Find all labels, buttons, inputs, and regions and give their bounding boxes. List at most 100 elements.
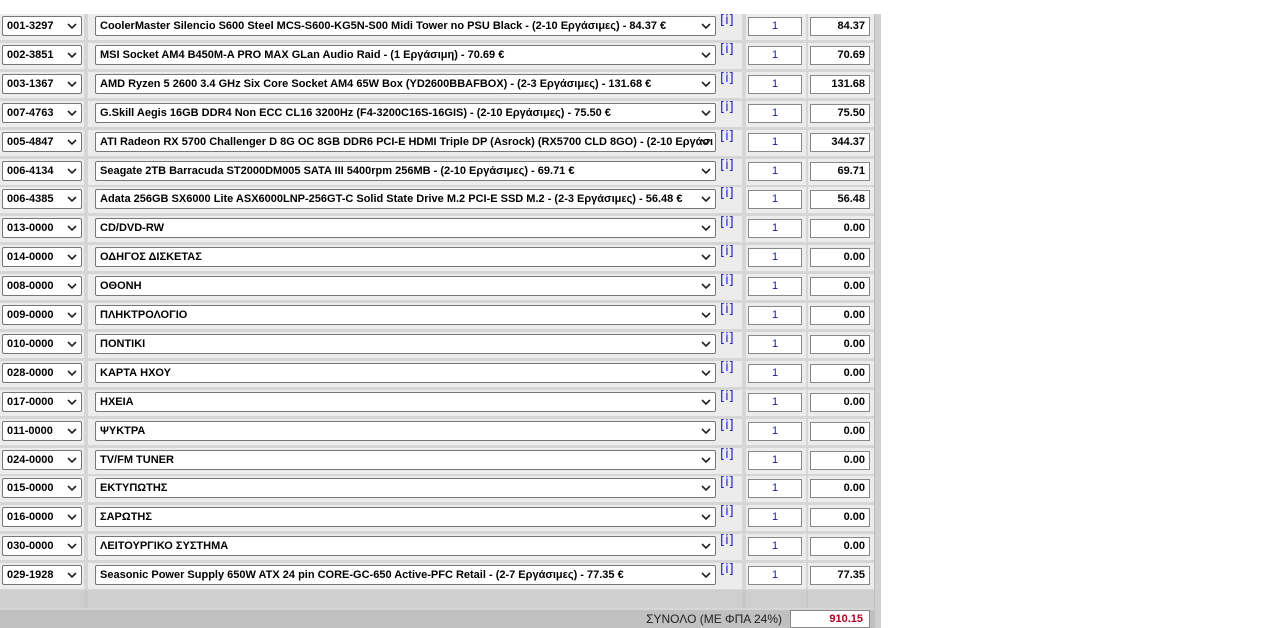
product-select[interactable]: ΠΟΝΤΙΚΙ <box>95 334 716 354</box>
quantity-input[interactable]: 1 <box>748 46 802 65</box>
price-field: 0.00 <box>810 219 870 238</box>
product-select[interactable]: ΟΔΗΓΟΣ ΔΙΣΚΕΤΑΣ <box>95 247 716 267</box>
quantity-input[interactable]: 1 <box>748 335 802 354</box>
code-select[interactable]: 006-4385 <box>2 189 82 209</box>
quantity-input[interactable]: 1 <box>748 451 802 470</box>
code-select[interactable]: 003-1367 <box>2 74 82 94</box>
product-select[interactable]: AMD Ryzen 5 2600 3.4 GHz Six Core Socket… <box>95 74 716 94</box>
info-link-icon[interactable]: [i] <box>720 186 734 201</box>
right-border <box>874 14 881 628</box>
code-select[interactable]: 009-0000 <box>2 305 82 325</box>
info-link-icon[interactable]: [i] <box>720 331 734 346</box>
product-value: CoolerMaster Silencio S600 Steel MCS-S60… <box>100 20 667 32</box>
chevron-down-icon <box>67 168 77 175</box>
info-link-icon[interactable]: [i] <box>720 504 734 519</box>
table-row: 006-4134 Seagate 2TB Barracuda ST2000DM0… <box>0 158 874 185</box>
code-value: 013-0000 <box>7 222 54 234</box>
product-select[interactable]: ΠΛΗΚΤΡΟΛΟΓΙΟ <box>95 305 716 325</box>
code-select[interactable]: 016-0000 <box>2 507 82 527</box>
chevron-down-icon <box>67 543 77 550</box>
info-link-icon[interactable]: [i] <box>720 302 734 317</box>
quantity-input[interactable]: 1 <box>748 75 802 94</box>
quantity-input[interactable]: 1 <box>748 422 802 441</box>
info-link-icon[interactable]: [i] <box>720 475 734 490</box>
quantity-input[interactable]: 1 <box>748 190 802 209</box>
price-field: 0.00 <box>810 335 870 354</box>
product-select[interactable]: CD/DVD-RW <box>95 218 716 238</box>
code-value: 006-4385 <box>7 193 54 205</box>
quantity-input[interactable]: 1 <box>748 17 802 36</box>
product-select[interactable]: Seagate 2TB Barracuda ST2000DM005 SATA I… <box>95 161 716 181</box>
code-select[interactable]: 017-0000 <box>2 392 82 412</box>
code-select[interactable]: 030-0000 <box>2 536 82 556</box>
info-link-icon[interactable]: [i] <box>720 71 734 86</box>
info-link-icon[interactable]: [i] <box>720 244 734 259</box>
info-link-icon[interactable]: [i] <box>720 100 734 115</box>
info-link-icon[interactable]: [i] <box>720 533 734 548</box>
code-select[interactable]: 006-4134 <box>2 161 82 181</box>
info-link-icon[interactable]: [i] <box>720 158 734 173</box>
quantity-input[interactable]: 1 <box>748 133 802 152</box>
table-row: 002-3851 MSI Socket AM4 B450M-A PRO MAX … <box>0 42 874 69</box>
info-link-icon[interactable]: [i] <box>720 447 734 462</box>
product-select[interactable]: ΚΑΡΤΑ ΗΧΟΥ <box>95 363 716 383</box>
code-select[interactable]: 007-4763 <box>2 103 82 123</box>
product-select[interactable]: ΕΚΤΥΠΩΤΗΣ <box>95 478 716 498</box>
info-link-icon[interactable]: [i] <box>720 129 734 144</box>
code-select[interactable]: 014-0000 <box>2 247 82 267</box>
quantity-input[interactable]: 1 <box>748 162 802 181</box>
info-link-icon[interactable]: [i] <box>720 273 734 288</box>
product-select[interactable]: ΗΧΕΙΑ <box>95 392 716 412</box>
quantity-input[interactable]: 1 <box>748 537 802 556</box>
code-select[interactable]: 015-0000 <box>2 478 82 498</box>
product-value: Seasonic Power Supply 650W ATX 24 pin CO… <box>100 569 624 581</box>
code-select[interactable]: 013-0000 <box>2 218 82 238</box>
code-select[interactable]: 005-4847 <box>2 132 82 152</box>
code-select[interactable]: 001-3297 <box>2 16 82 36</box>
table-row: 001-3297 CoolerMaster Silencio S600 Stee… <box>0 13 874 40</box>
product-select[interactable]: ATI Radeon RX 5700 Challenger D 8G OC 8G… <box>95 132 716 152</box>
table-row: 006-4385 Adata 256GB SX6000 Lite ASX6000… <box>0 186 874 213</box>
chevron-down-icon <box>701 23 711 30</box>
quantity-input[interactable]: 1 <box>748 479 802 498</box>
quantity-input[interactable]: 1 <box>748 364 802 383</box>
code-select[interactable]: 008-0000 <box>2 276 82 296</box>
code-select[interactable]: 002-3851 <box>2 45 82 65</box>
info-link-icon[interactable]: [i] <box>720 418 734 433</box>
product-select[interactable]: ΣΑΡΩΤΗΣ <box>95 507 716 527</box>
info-link-icon[interactable]: [i] <box>720 42 734 57</box>
product-select[interactable]: Seasonic Power Supply 650W ATX 24 pin CO… <box>95 565 716 585</box>
spacer-segment <box>808 590 874 608</box>
quantity-input[interactable]: 1 <box>748 306 802 325</box>
code-select[interactable]: 011-0000 <box>2 421 82 441</box>
quantity-input[interactable]: 1 <box>748 219 802 238</box>
info-link-icon[interactable]: [i] <box>720 215 734 230</box>
info-link-icon[interactable]: [i] <box>720 360 734 375</box>
product-select[interactable]: ΛΕΙΤΟΥΡΓΙΚΟ ΣΥΣΤΗΜΑ <box>95 536 716 556</box>
quantity-input[interactable]: 1 <box>748 104 802 123</box>
product-select[interactable]: G.Skill Aegis 16GB DDR4 Non ECC CL16 320… <box>95 103 716 123</box>
code-select[interactable]: 010-0000 <box>2 334 82 354</box>
quantity-input[interactable]: 1 <box>748 277 802 296</box>
chevron-down-icon <box>67 428 77 435</box>
table-row: 007-4763 G.Skill Aegis 16GB DDR4 Non ECC… <box>0 100 874 127</box>
chevron-down-icon <box>67 572 77 579</box>
quantity-input[interactable]: 1 <box>748 508 802 527</box>
product-select[interactable]: ΟΘΟΝΗ <box>95 276 716 296</box>
quantity-input[interactable]: 1 <box>748 248 802 267</box>
info-link-icon[interactable]: [i] <box>720 13 734 28</box>
code-select[interactable]: 029-1928 <box>2 565 82 585</box>
product-select[interactable]: TV/FM TUNER <box>95 450 716 470</box>
product-select[interactable]: CoolerMaster Silencio S600 Steel MCS-S60… <box>95 16 716 36</box>
product-select[interactable]: MSI Socket AM4 B450M-A PRO MAX GLan Audi… <box>95 45 716 65</box>
quantity-input[interactable]: 1 <box>748 566 802 585</box>
product-select[interactable]: Adata 256GB SX6000 Lite ASX6000LNP-256GT… <box>95 189 716 209</box>
info-link-icon[interactable]: [i] <box>720 389 734 404</box>
product-value: ΛΕΙΤΟΥΡΓΙΚΟ ΣΥΣΤΗΜΑ <box>100 540 229 552</box>
info-link-icon[interactable]: [i] <box>720 562 734 577</box>
code-select[interactable]: 028-0000 <box>2 363 82 383</box>
quantity-input[interactable]: 1 <box>748 393 802 412</box>
chevron-down-icon <box>701 428 711 435</box>
product-select[interactable]: ΨΥΚΤΡΑ <box>95 421 716 441</box>
code-select[interactable]: 024-0000 <box>2 450 82 470</box>
